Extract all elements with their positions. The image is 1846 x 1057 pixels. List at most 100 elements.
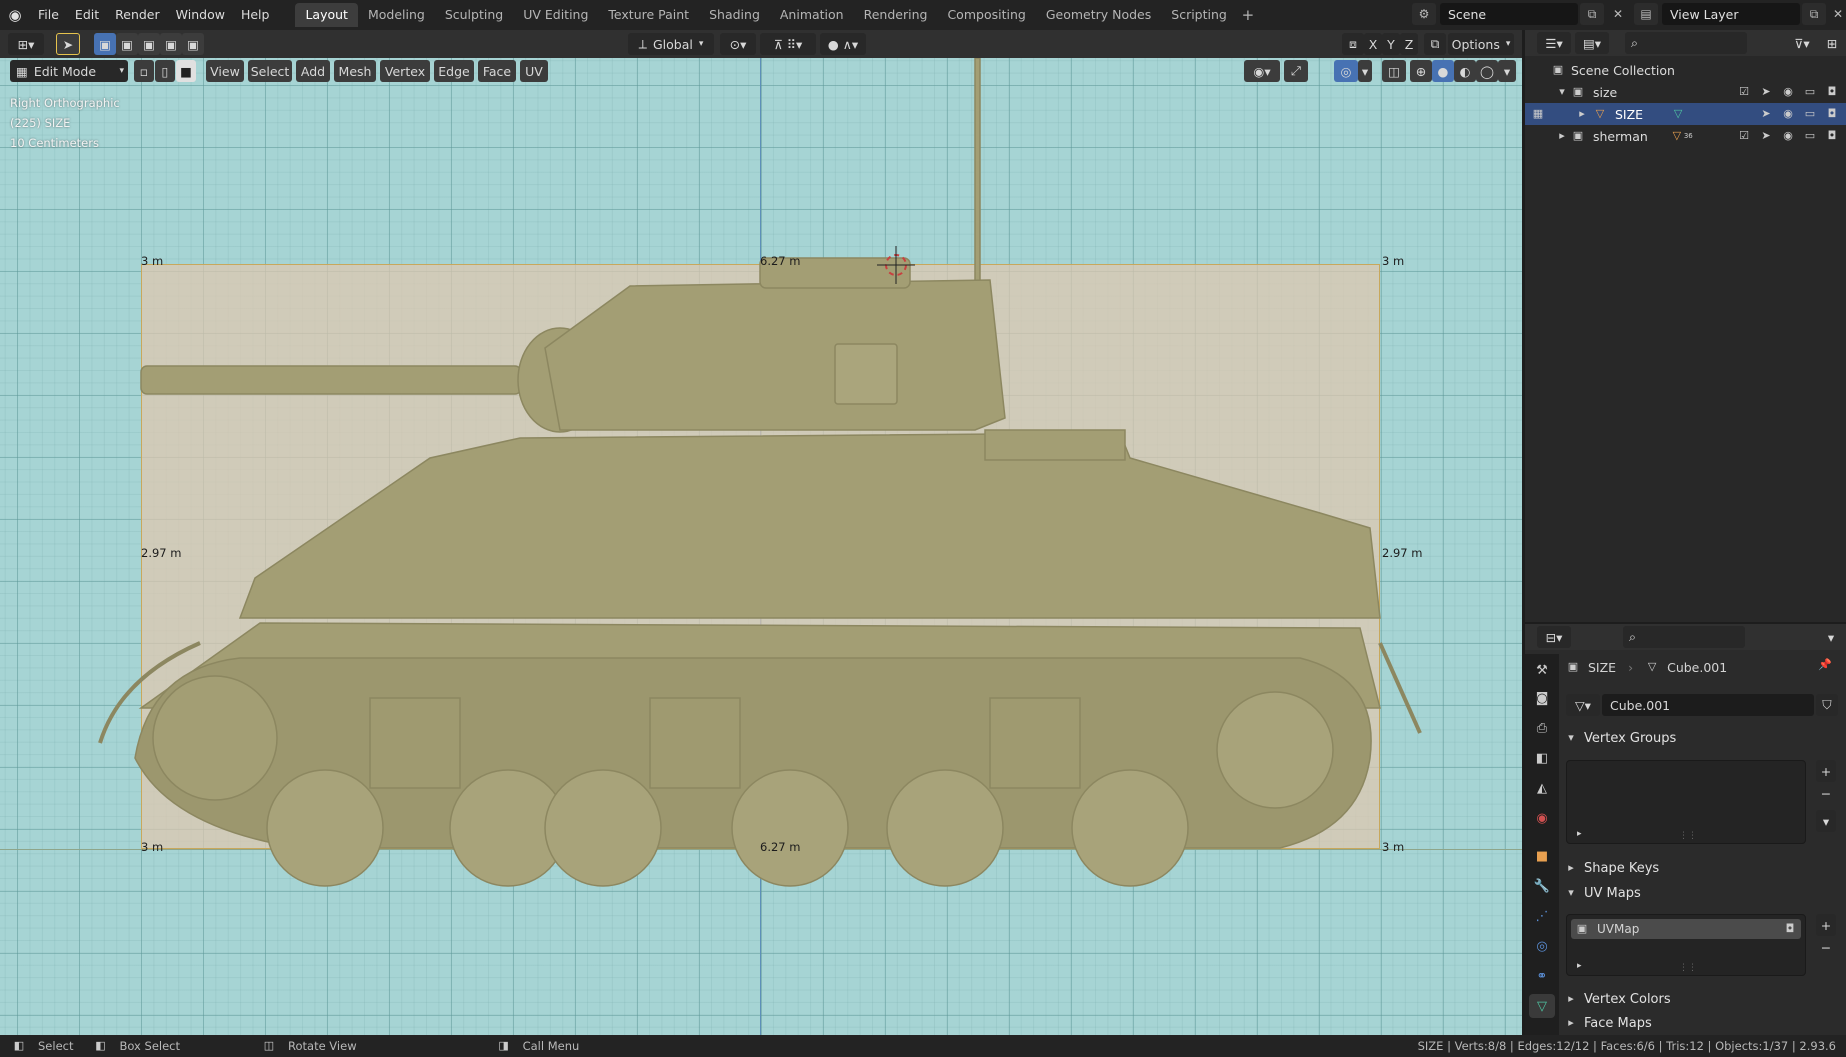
outliner-search-input[interactable]: ⌕ — [1625, 32, 1747, 54]
chevron-right-icon[interactable]: ▸ — [1577, 829, 1582, 839]
delete-view-layer-icon[interactable]: ✕ — [1826, 3, 1846, 25]
tab-modeling[interactable]: Modeling — [358, 3, 435, 27]
menu-vertex[interactable]: Vertex — [380, 60, 430, 82]
view-layer-type-icon[interactable]: ▤ — [1634, 3, 1658, 25]
resize-handle-icon[interactable]: ⋮⋮ — [1679, 963, 1697, 973]
face-select-mode-icon[interactable]: ■ — [176, 60, 196, 82]
checkbox-icon[interactable]: ☑ — [1737, 85, 1751, 99]
selectable-icon[interactable]: ➤ — [1759, 129, 1773, 143]
physics-tab-icon[interactable]: ◎ — [1529, 934, 1555, 958]
select-mode-invert-icon[interactable]: ▣ — [160, 33, 182, 55]
overlays-toggle-icon[interactable]: ◎ — [1334, 60, 1358, 82]
scene-tab-icon[interactable]: ◭ — [1529, 776, 1555, 800]
monitor-icon[interactable]: ▭ — [1803, 129, 1817, 143]
mirror-y-toggle[interactable]: Y — [1382, 33, 1400, 55]
checkbox-icon[interactable]: ☑ — [1737, 129, 1751, 143]
outliner-editor-type-icon[interactable]: ☰▾ — [1537, 32, 1571, 54]
outliner-scene-collection[interactable]: ▣ Scene Collection — [1525, 59, 1846, 81]
mirror-z-toggle[interactable]: Z — [1400, 33, 1418, 55]
scene-selector[interactable]: Scene — [1440, 3, 1578, 25]
uv-maps-list[interactable]: ▣ UVMap ◘ ▸ ⋮⋮ — [1566, 914, 1806, 976]
tab-texture-paint[interactable]: Texture Paint — [598, 3, 699, 27]
mesh-data-tab-icon[interactable]: ▽ — [1529, 994, 1555, 1018]
menu-help[interactable]: Help — [233, 4, 278, 26]
gizmo-toggle-icon[interactable]: ⤢ — [1284, 60, 1308, 82]
menu-select[interactable]: Select — [248, 60, 292, 82]
select-tool-icon[interactable]: ➤ — [56, 33, 80, 55]
particles-tab-icon[interactable]: ⋰ — [1529, 904, 1555, 928]
menu-window[interactable]: Window — [168, 4, 233, 26]
properties-options-icon[interactable]: ▾ — [1821, 626, 1841, 648]
select-mode-intersect-icon[interactable]: ▣ — [182, 33, 204, 55]
outliner-item-sherman[interactable]: ▸ ▣ sherman ▽ 36 ☑ ➤ ◉ ▭ ◘ — [1525, 125, 1846, 147]
display-mode-icon[interactable]: ▤▾ — [1575, 32, 1609, 54]
resize-handle-icon[interactable]: ⋮⋮ — [1679, 831, 1697, 841]
edge-select-mode-icon[interactable]: ▯ — [155, 60, 175, 82]
xray-toggle-icon[interactable]: ◫ — [1382, 60, 1406, 82]
mesh-name-field[interactable]: Cube.001 — [1602, 694, 1814, 716]
scene-type-icon[interactable]: ⚙ — [1412, 3, 1436, 25]
panel-shape-keys[interactable]: ▸ Shape Keys — [1560, 856, 1846, 880]
pivot-point-dropdown[interactable]: ⊙▾ — [720, 33, 756, 55]
remove-uv-map-button[interactable]: − — [1816, 936, 1836, 958]
selectable-icon[interactable]: ➤ — [1759, 85, 1773, 99]
modifier-tab-icon[interactable]: 🔧 — [1529, 874, 1555, 898]
transform-orientation-dropdown[interactable]: ⟂ Global ▾ — [628, 33, 714, 55]
mirror-x-toggle[interactable]: X — [1364, 33, 1382, 55]
editor-type-icon[interactable]: ⊞▾ — [8, 33, 44, 55]
world-tab-icon[interactable]: ◉ — [1529, 806, 1555, 830]
select-mode-extend-icon[interactable]: ▣ — [116, 33, 138, 55]
new-scene-icon[interactable]: ⧉ — [1580, 3, 1604, 25]
menu-file[interactable]: File — [30, 4, 67, 26]
panel-vertex-colors[interactable]: ▸ Vertex Colors — [1560, 987, 1846, 1011]
overlays-dropdown-icon[interactable]: ▾ — [1358, 60, 1372, 82]
add-workspace-icon[interactable]: + — [1237, 6, 1259, 24]
object-tab-icon[interactable]: ■ — [1529, 844, 1555, 868]
panel-face-maps[interactable]: ▸ Face Maps — [1560, 1012, 1846, 1034]
panel-vertex-groups[interactable]: ▾ Vertex Groups — [1560, 726, 1846, 750]
vertex-select-mode-icon[interactable]: ▫ — [134, 60, 154, 82]
tab-geometry-nodes[interactable]: Geometry Nodes — [1036, 3, 1161, 27]
camera-icon[interactable]: ◘ — [1825, 129, 1839, 143]
menu-edge[interactable]: Edge — [434, 60, 474, 82]
chevron-right-icon[interactable]: ▸ — [1577, 961, 1582, 971]
chevron-right-icon[interactable]: ▸ — [1555, 129, 1569, 143]
tab-scripting[interactable]: Scripting — [1161, 3, 1237, 27]
mesh-browse-icon[interactable]: ▽▾ — [1566, 694, 1600, 716]
selectable-icon[interactable]: ➤ — [1759, 107, 1773, 121]
tab-layout[interactable]: Layout — [295, 3, 358, 27]
shading-dropdown-icon[interactable]: ▾ — [1498, 60, 1516, 82]
menu-render[interactable]: Render — [107, 4, 168, 26]
camera-icon[interactable]: ◘ — [1783, 922, 1797, 936]
menu-mesh[interactable]: Mesh — [334, 60, 376, 82]
shading-rendered-icon[interactable]: ◯ — [1476, 60, 1498, 82]
view-layer-selector[interactable]: View Layer — [1662, 3, 1800, 25]
tab-animation[interactable]: Animation — [770, 3, 854, 27]
outliner-item-size-collection[interactable]: ▾ ▣ size ☑ ➤ ◉ ▭ ◘ — [1525, 81, 1846, 103]
edit-mode-icon[interactable]: ▦ — [1531, 107, 1545, 121]
delete-scene-icon[interactable]: ✕ — [1606, 3, 1630, 25]
shading-material-icon[interactable]: ◐ — [1454, 60, 1476, 82]
monitor-icon[interactable]: ▭ — [1803, 85, 1817, 99]
mode-dropdown[interactable]: ▦ Edit Mode ▾ — [10, 60, 128, 82]
constraints-tab-icon[interactable]: ⚭ — [1529, 964, 1555, 988]
view-layer-tab-icon[interactable]: ◧ — [1529, 746, 1555, 770]
snapping-toggle[interactable]: ⊼ ⠿▾ — [760, 33, 816, 55]
object-visibility-dropdown[interactable]: ◉▾ — [1244, 60, 1280, 82]
menu-face[interactable]: Face — [478, 60, 516, 82]
add-uv-map-button[interactable]: + — [1816, 914, 1836, 936]
tab-sculpting[interactable]: Sculpting — [435, 3, 513, 27]
blender-logo-icon[interactable]: ◉ — [0, 0, 30, 30]
new-view-layer-icon[interactable]: ⧉ — [1802, 3, 1826, 25]
panel-uv-maps[interactable]: ▾ UV Maps — [1560, 881, 1846, 905]
eye-icon[interactable]: ◉ — [1781, 107, 1795, 121]
properties-search-input[interactable]: ⌕ — [1623, 626, 1745, 648]
shading-wireframe-icon[interactable]: ⊕ — [1410, 60, 1432, 82]
camera-icon[interactable]: ◘ — [1825, 85, 1839, 99]
fake-user-shield-icon[interactable]: ⛉ — [1816, 694, 1838, 716]
eye-icon[interactable]: ◉ — [1781, 129, 1795, 143]
eye-icon[interactable]: ◉ — [1781, 85, 1795, 99]
menu-edit[interactable]: Edit — [67, 4, 107, 26]
outliner-item-size-object[interactable]: ▦ ▸ ▽ SIZE ▽ ➤ ◉ ▭ ◘ — [1525, 103, 1846, 125]
select-mode-new-icon[interactable]: ▣ — [94, 33, 116, 55]
